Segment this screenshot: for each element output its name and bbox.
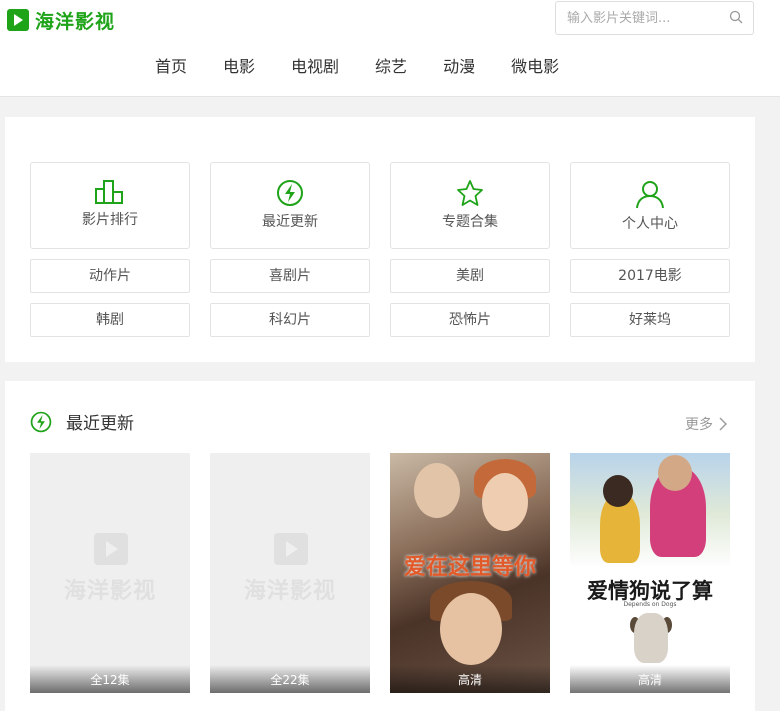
quick-link-user-center[interactable]: 个人中心 <box>570 162 730 249</box>
quick-link-ranking[interactable]: 影片排行 <box>30 162 190 249</box>
brand-name: 海洋影视 <box>35 10 116 33</box>
poster-art <box>482 473 528 531</box>
category-us-drama[interactable]: 美剧 <box>390 259 550 293</box>
placeholder-text: 海洋影视 <box>63 579 156 604</box>
video-card[interactable]: 海洋影视 全22集 <box>210 453 370 693</box>
header: 海洋影视 首页 电影 电视剧 综艺 动漫 微电影 <box>0 0 780 97</box>
category-comedy[interactable]: 喜剧片 <box>210 259 370 293</box>
section-title: 最近更新 <box>30 409 134 434</box>
category-korean-drama[interactable]: 韩剧 <box>30 303 190 337</box>
chevron-right-icon <box>719 417 727 431</box>
quick-link-recent[interactable]: 最近更新 <box>210 162 370 249</box>
video-card[interactable]: 海洋影视 全12集 <box>30 453 190 693</box>
film-icon <box>7 9 29 31</box>
lightning-icon <box>277 180 303 206</box>
quick-link-topics[interactable]: 专题合集 <box>390 162 550 249</box>
nav-item-variety[interactable]: 综艺 <box>357 52 425 82</box>
category-2017-movies[interactable]: 2017电影 <box>570 259 730 293</box>
poster-art <box>414 463 460 518</box>
chart-bar-icon <box>95 180 123 204</box>
nav-item-tv[interactable]: 电视剧 <box>273 52 357 82</box>
video-card[interactable]: 爱情狗说了算 Depends on Dogs 高清 <box>570 453 730 693</box>
poster-title: 爱在这里等你 <box>403 555 536 580</box>
nav-item-micro-film[interactable]: 微电影 <box>493 52 577 82</box>
episode-badge: 全22集 <box>210 665 370 693</box>
nav-item-anime[interactable]: 动漫 <box>425 52 493 82</box>
quick-link-label: 最近更新 <box>262 214 318 230</box>
video-card[interactable]: 爱在这里等你 高清 <box>390 453 550 693</box>
film-icon <box>274 533 308 565</box>
category-panel: 影片排行 最近更新 专题合集 个人中心 动作片 喜剧片 美剧 2017电影 韩剧… <box>5 117 755 362</box>
star-icon <box>457 180 483 206</box>
quick-link-label: 个人中心 <box>622 216 678 232</box>
category-action[interactable]: 动作片 <box>30 259 190 293</box>
quality-badge: 高清 <box>390 665 550 693</box>
poster-art <box>440 593 502 665</box>
search-icon[interactable] <box>729 10 743 24</box>
poster-subtitle: Depends on Dogs <box>623 601 677 608</box>
category-horror[interactable]: 恐怖片 <box>390 303 550 337</box>
search-box <box>555 1 754 35</box>
category-scifi[interactable]: 科幻片 <box>210 303 370 337</box>
nav-item-home[interactable]: 首页 <box>137 52 205 82</box>
more-link[interactable]: 更多 <box>685 414 727 434</box>
poster-art <box>603 475 633 507</box>
quick-link-label: 影片排行 <box>82 212 138 228</box>
poster-art <box>634 613 668 663</box>
poster-art <box>658 455 692 491</box>
lightning-icon <box>30 411 52 432</box>
quality-badge: 高清 <box>570 665 730 693</box>
nav-item-movie[interactable]: 电影 <box>205 52 273 82</box>
film-icon <box>94 533 128 565</box>
user-icon <box>636 181 664 209</box>
section-title-text: 最近更新 <box>66 414 134 434</box>
quick-link-label: 专题合集 <box>442 214 498 230</box>
main-nav: 首页 电影 电视剧 综艺 动漫 微电影 <box>137 52 577 82</box>
category-hollywood[interactable]: 好莱坞 <box>570 303 730 337</box>
more-label: 更多 <box>685 417 713 433</box>
placeholder-text: 海洋影视 <box>243 579 336 604</box>
search-input[interactable] <box>556 2 716 34</box>
episode-badge: 全12集 <box>30 665 190 693</box>
recent-updates-panel: 最近更新 更多 海洋影视 全12集 海洋影视 全22集 爱在这里等你 高清 爱情… <box>5 381 755 711</box>
logo[interactable]: 海洋影视 <box>7 7 115 33</box>
